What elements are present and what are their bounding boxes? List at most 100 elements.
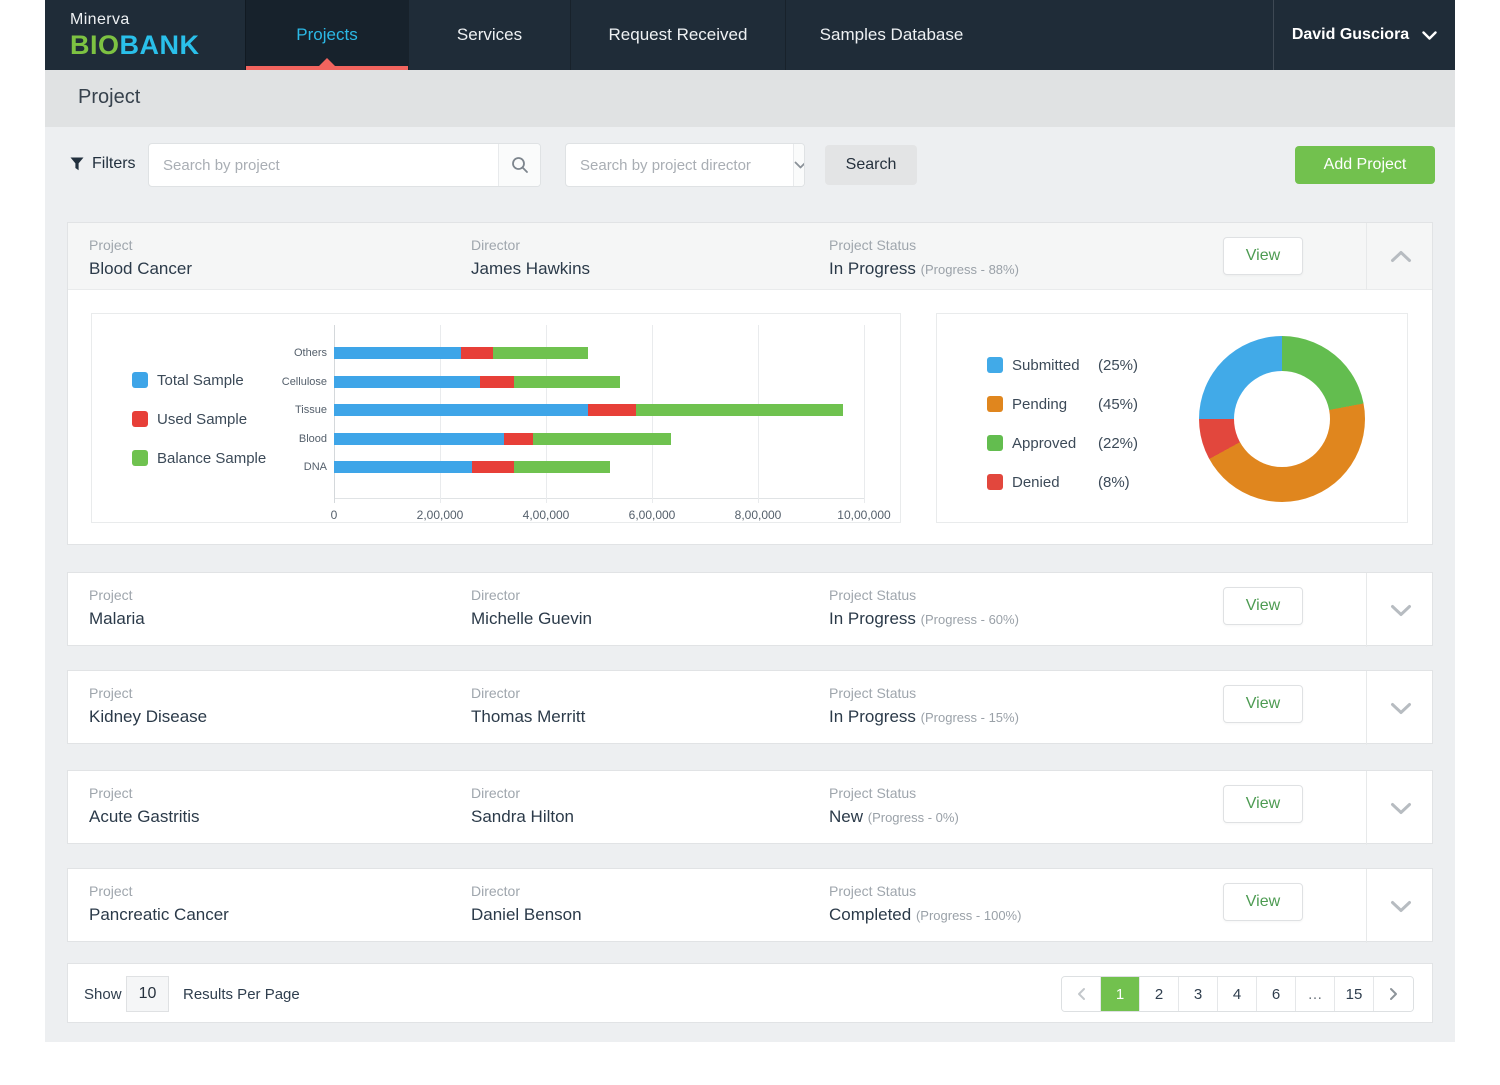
bar-segment xyxy=(334,433,504,445)
project-name: Blood Cancer xyxy=(89,259,192,279)
bar-row-tissue: Tissue xyxy=(334,404,864,416)
status-value: In Progress xyxy=(829,259,916,278)
pagination-next-button[interactable] xyxy=(1374,977,1413,1011)
bar-segment xyxy=(588,404,636,416)
bar-segment xyxy=(493,347,588,359)
bar-segment xyxy=(514,376,620,388)
status-value: New xyxy=(829,807,863,826)
director-name: James Hawkins xyxy=(471,259,590,279)
bar-chart-plot: OthersCelluloseTissueBloodDNA02,00,0004,… xyxy=(334,325,864,499)
pagination-pages: 12346…15 xyxy=(1061,976,1414,1012)
page-size-select[interactable]: 10 xyxy=(126,976,169,1012)
status-column: Project Status In Progress (Progress - 8… xyxy=(829,237,1019,279)
sample-bar-chart: Total SampleUsed SampleBalance Sample Ot… xyxy=(91,313,901,523)
add-project-button[interactable]: Add Project xyxy=(1295,146,1435,184)
bar-segment xyxy=(334,461,472,473)
bar-row-others: Others xyxy=(334,347,864,359)
director-dropdown-toggle[interactable] xyxy=(793,144,805,186)
x-axis-tick-label: 8,00,000 xyxy=(735,508,782,522)
search-project-input[interactable] xyxy=(149,144,498,186)
page: Minerva BIOBANK Projects Services Reques… xyxy=(0,0,1500,1085)
view-button[interactable]: View xyxy=(1223,685,1303,723)
project-row-malaria: ProjectMalaria DirectorMichelle Guevin P… xyxy=(67,572,1433,646)
expand-row-button[interactable] xyxy=(1380,869,1422,943)
project-column: Project Blood Cancer xyxy=(89,237,192,279)
search-button[interactable]: Search xyxy=(825,145,917,185)
legend-swatch xyxy=(987,435,1003,451)
pagination-page-6[interactable]: 6 xyxy=(1257,977,1296,1011)
chevron-down-icon xyxy=(1422,31,1437,40)
chevron-down-icon xyxy=(1390,900,1412,913)
chevron-down-icon xyxy=(1390,702,1412,715)
donut-hole xyxy=(1234,371,1330,467)
tab-samples-database[interactable]: Samples Database xyxy=(785,0,997,70)
row-divider xyxy=(1366,869,1367,943)
bar-row-blood: Blood xyxy=(334,433,864,445)
tab-projects[interactable]: Projects xyxy=(245,0,408,70)
bar-segment xyxy=(533,433,671,445)
director-name: Sandra Hilton xyxy=(471,807,574,827)
director-name: Michelle Guevin xyxy=(471,609,592,629)
nav-tabs: Projects Services Request Received Sampl… xyxy=(245,0,997,70)
director-name: Daniel Benson xyxy=(471,905,582,925)
project-row-pancreatic-cancer: ProjectPancreatic Cancer DirectorDaniel … xyxy=(67,868,1433,942)
x-axis-tick-label: 10,00,000 xyxy=(837,508,890,522)
tab-request-received[interactable]: Request Received xyxy=(570,0,785,70)
bar-segment xyxy=(334,404,588,416)
project-card-blood-cancer: Project Blood Cancer Director James Hawk… xyxy=(67,222,1433,545)
view-button[interactable]: View xyxy=(1223,785,1303,823)
active-tab-caret xyxy=(319,58,335,66)
user-name: David Gusciora xyxy=(1292,26,1409,44)
project-name: Malaria xyxy=(89,609,145,629)
x-axis-tick-label: 4,00,000 xyxy=(523,508,570,522)
pagination-page-3[interactable]: 3 xyxy=(1179,977,1218,1011)
legend-swatch xyxy=(132,372,148,388)
brand-line2: BIOBANK xyxy=(70,30,200,61)
progress-value: (Progress - 0%) xyxy=(868,810,959,825)
pagination-page-1[interactable]: 1 xyxy=(1101,977,1140,1011)
filters-toggle[interactable]: Filters xyxy=(70,155,136,173)
progress-value: (Progress - 60%) xyxy=(921,612,1019,627)
top-nav: Minerva BIOBANK Projects Services Reques… xyxy=(45,0,1455,70)
bar-segment xyxy=(334,347,461,359)
donut-legend-item: Pending(45%) xyxy=(987,396,1138,412)
project-row-acute-gastritis: ProjectAcute Gastritis DirectorSandra Hi… xyxy=(67,770,1433,844)
pagination-page-2[interactable]: 2 xyxy=(1140,977,1179,1011)
bar-segment xyxy=(480,376,514,388)
expand-row-button[interactable] xyxy=(1380,573,1422,647)
bar-row-cellulose: Cellulose xyxy=(334,376,864,388)
view-button[interactable]: View xyxy=(1223,237,1303,275)
pagination-page-4[interactable]: 4 xyxy=(1218,977,1257,1011)
director-name: Thomas Merritt xyxy=(471,707,585,727)
expand-row-button[interactable] xyxy=(1380,771,1422,845)
search-director-input[interactable] xyxy=(566,144,793,186)
gridline xyxy=(864,325,865,503)
view-button[interactable]: View xyxy=(1223,883,1303,921)
pagination-prev-button[interactable] xyxy=(1062,977,1101,1011)
chevron-down-icon xyxy=(794,161,805,169)
bar-category-label: Blood xyxy=(239,433,327,445)
collapse-row-button[interactable] xyxy=(1380,223,1422,290)
bar-category-label: Cellulose xyxy=(239,376,327,388)
legend-swatch xyxy=(987,474,1003,490)
bar-segment xyxy=(334,376,480,388)
bar-segment xyxy=(504,433,533,445)
tab-services[interactable]: Services xyxy=(408,0,570,70)
pagination-page-15[interactable]: 15 xyxy=(1335,977,1374,1011)
donut-legend-item: Approved(22%) xyxy=(987,435,1138,451)
user-menu[interactable]: David Gusciora xyxy=(1273,0,1455,70)
donut-legend-item: Denied(8%) xyxy=(987,474,1138,490)
search-submit-cell[interactable] xyxy=(498,144,540,186)
progress-value: (Progress - 100%) xyxy=(916,908,1021,923)
bar-segment xyxy=(461,347,493,359)
show-label: Show xyxy=(84,986,122,1003)
bar-segment xyxy=(472,461,514,473)
project-row-header: Project Blood Cancer Director James Hawk… xyxy=(68,223,1432,290)
expand-row-button[interactable] xyxy=(1380,671,1422,745)
row-divider xyxy=(1366,573,1367,647)
chevron-down-icon xyxy=(1390,802,1412,815)
filter-funnel-icon xyxy=(70,157,84,171)
bar-category-label: DNA xyxy=(239,461,327,473)
x-axis-tick-label: 0 xyxy=(331,508,338,522)
view-button[interactable]: View xyxy=(1223,587,1303,625)
